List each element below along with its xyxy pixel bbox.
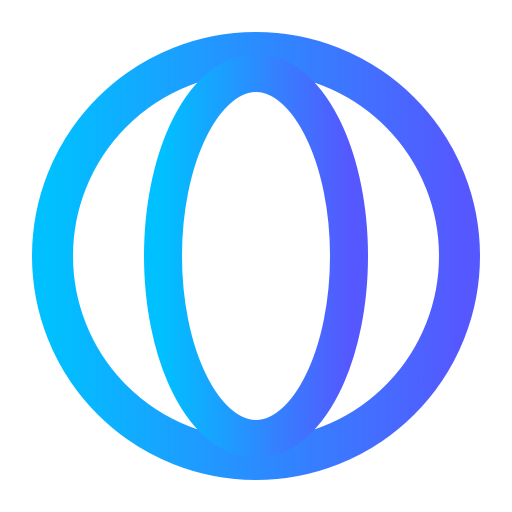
globe-outer-ring: [32, 32, 480, 480]
globe-icon: [32, 32, 480, 480]
globe-meridian: [144, 54, 368, 458]
icon-canvas: [0, 0, 512, 512]
